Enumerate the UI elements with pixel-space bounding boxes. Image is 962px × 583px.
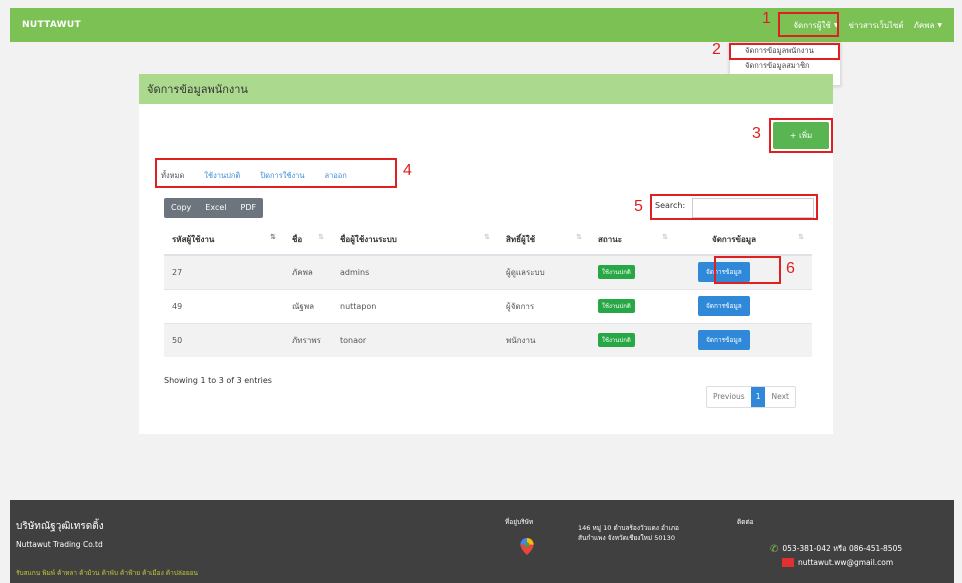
cell-username: admins bbox=[332, 254, 498, 289]
chevron-down-icon: ▼ bbox=[937, 21, 942, 29]
sort-icon: ⇅ bbox=[318, 233, 324, 241]
cell-manage: จัดการข้อมูล bbox=[676, 322, 812, 357]
nav-account-label: ภัคพล bbox=[913, 20, 935, 30]
col-status-label: สถานะ bbox=[598, 235, 622, 244]
cell-manage: จัดการข้อมูล bbox=[676, 288, 812, 323]
annotation-box-4 bbox=[155, 158, 397, 188]
cell-status: ใช้งานปกติ bbox=[590, 288, 676, 323]
pdf-button[interactable]: PDF bbox=[234, 198, 264, 218]
manage-button[interactable]: จัดการข้อมูล bbox=[698, 296, 750, 316]
annotation-box-5 bbox=[650, 194, 818, 220]
table-row: 50 ภัทราพร tonaor พนักงาน ใช้งานปกติ จัด… bbox=[164, 322, 812, 357]
footer-phone-number: 053-381-042 หรือ 086-451-8505 bbox=[782, 544, 903, 553]
col-username-label: ชื่อผู้ใช้งานระบบ bbox=[340, 235, 397, 244]
cell-user-id: 50 bbox=[164, 322, 284, 357]
footer-email-address: nuttawut.ww@gmail.com bbox=[798, 558, 894, 567]
sort-icon: ⇅ bbox=[798, 233, 804, 241]
cell-name: ภัทราพร bbox=[284, 322, 332, 357]
site-footer: บริษัทณัฐวุฒิเทรดดิ้ง Nuttawut Trading C… bbox=[10, 500, 954, 583]
employee-table: รหัสผู้ใช้งาน ⇅ ชื่อ ⇅ ชื่อผู้ใช้งานระบบ ⇅ … bbox=[164, 225, 812, 357]
sort-icon: ⇅ bbox=[576, 233, 582, 241]
annotation-marker-3: 3 bbox=[752, 125, 761, 142]
table-header-row: รหัสผู้ใช้งาน ⇅ ชื่อ ⇅ ชื่อผู้ใช้งานระบบ ⇅ … bbox=[164, 225, 812, 256]
pagination-previous[interactable]: Previous bbox=[707, 387, 751, 407]
footer-address-line-1: 146 หมู่ 10 ตำบลร้องวัวแดง อำเภอ bbox=[578, 524, 679, 532]
sort-icon: ⇅ bbox=[662, 233, 668, 241]
brand-logo[interactable]: NUTTAWUT bbox=[22, 20, 81, 30]
annotation-marker-1: 1 bbox=[762, 10, 771, 27]
email-icon bbox=[782, 558, 794, 567]
annotation-marker-4: 4 bbox=[403, 162, 412, 179]
cell-role: พนักงาน bbox=[498, 322, 590, 357]
annotation-box-6 bbox=[714, 256, 781, 284]
cell-username: nuttapon bbox=[332, 288, 498, 323]
cell-user-id: 49 bbox=[164, 288, 284, 323]
cell-status: ใช้งานปกติ bbox=[590, 254, 676, 289]
annotation-marker-6: 6 bbox=[786, 260, 795, 277]
cell-role: ผู้ดูแลระบบ bbox=[498, 254, 590, 289]
status-badge: ใช้งานปกติ bbox=[598, 265, 635, 280]
dropdown-item-member[interactable]: จัดการข้อมูลสมาชิก bbox=[730, 58, 840, 73]
map-pin-icon[interactable] bbox=[520, 538, 534, 555]
footer-phone: ✆ 053-381-042 หรือ 086-451-8505 bbox=[770, 543, 902, 555]
export-button-group: Copy Excel PDF bbox=[164, 198, 264, 218]
table-row: 49 ณัฐพล nuttapon ผู้จัดการ ใช้งานปกติ จ… bbox=[164, 288, 812, 323]
manage-button[interactable]: จัดการข้อมูล bbox=[698, 330, 750, 351]
col-username[interactable]: ชื่อผู้ใช้งานระบบ ⇅ bbox=[332, 225, 498, 256]
col-manage-label: จัดการข้อมูล bbox=[712, 235, 756, 244]
annotation-box-2 bbox=[729, 43, 840, 60]
cell-role: ผู้จัดการ bbox=[498, 288, 590, 323]
nav-account[interactable]: ภัคพล ▼ bbox=[914, 19, 942, 32]
col-name-label: ชื่อ bbox=[292, 235, 303, 244]
footer-company-en: Nuttawut Trading Co.td bbox=[16, 540, 103, 549]
copy-button[interactable]: Copy bbox=[164, 198, 198, 218]
col-role-label: สิทธิ์ผู้ใช้ bbox=[506, 235, 536, 244]
nav-news[interactable]: ข่าวสารเว็บไซต์ bbox=[848, 19, 903, 32]
cell-status: ใช้งานปกติ bbox=[590, 322, 676, 357]
footer-email: nuttawut.ww@gmail.com bbox=[782, 558, 893, 567]
pagination-page-1[interactable]: 1 bbox=[750, 387, 766, 407]
status-badge: ใช้งานปกติ bbox=[598, 333, 635, 348]
phone-icon: ✆ bbox=[770, 543, 779, 555]
col-name[interactable]: ชื่อ ⇅ bbox=[284, 225, 332, 256]
footer-address-line-2: สันกำแพง จังหวัดเชียงใหม่ 50130 bbox=[578, 534, 675, 542]
cell-user-id: 27 bbox=[164, 254, 284, 289]
annotation-marker-5: 5 bbox=[634, 198, 643, 215]
footer-company-th: บริษัทณัฐวุฒิเทรดดิ้ง bbox=[16, 521, 104, 532]
entries-info: Showing 1 to 3 of 3 entries bbox=[164, 376, 272, 385]
card-header: จัดการข้อมูลพนักงาน bbox=[139, 74, 833, 104]
cell-username: tonaor bbox=[332, 322, 498, 357]
footer-services: รับสแกน พิมพ์ ค้าหลา ค้าม้วน ค้าพับ ค้าฟ… bbox=[16, 569, 198, 577]
footer-contact-label: ติดต่อ bbox=[737, 518, 754, 526]
excel-button[interactable]: Excel bbox=[198, 198, 233, 218]
annotation-box-3 bbox=[769, 118, 833, 153]
pagination-next[interactable]: Next bbox=[765, 387, 794, 407]
annotation-box-1 bbox=[778, 12, 839, 37]
footer-office-label: ที่อยู่บริษัท bbox=[505, 518, 534, 526]
footer-address: 146 หมู่ 10 ตำบลร้องวัวแดง อำเภอ สันกำแพ… bbox=[578, 523, 679, 543]
cell-name: ภัคพล bbox=[284, 254, 332, 289]
pagination: Previous 1 Next bbox=[706, 386, 796, 408]
col-user-id-label: รหัสผู้ใช้งาน bbox=[172, 235, 215, 244]
sort-icon: ⇅ bbox=[484, 233, 490, 241]
sort-asc-icon: ⇅ bbox=[270, 233, 276, 241]
status-badge: ใช้งานปกติ bbox=[598, 299, 635, 313]
annotation-marker-2: 2 bbox=[712, 41, 721, 58]
cell-name: ณัฐพล bbox=[284, 288, 332, 323]
col-manage[interactable]: จัดการข้อมูล ⇅ bbox=[676, 225, 812, 256]
col-user-id[interactable]: รหัสผู้ใช้งาน ⇅ bbox=[164, 225, 284, 256]
col-status[interactable]: สถานะ ⇅ bbox=[590, 225, 676, 256]
nav-news-label: ข่าวสารเว็บไซต์ bbox=[848, 20, 904, 30]
col-role[interactable]: สิทธิ์ผู้ใช้ ⇅ bbox=[498, 225, 590, 256]
page-title: จัดการข้อมูลพนักงาน bbox=[147, 83, 248, 96]
